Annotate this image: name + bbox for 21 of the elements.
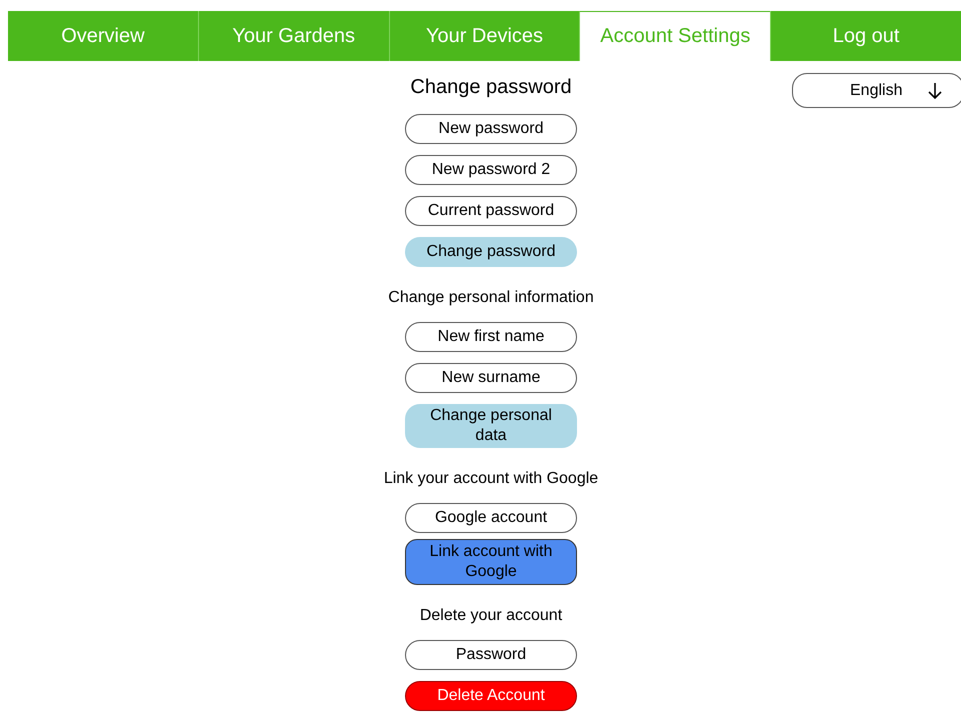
down-arrow-icon: [928, 82, 942, 100]
nav-tab[interactable]: Log out: [770, 11, 961, 61]
submit-button[interactable]: Change personal data: [405, 404, 577, 448]
link-google-button[interactable]: Link account with Google: [405, 539, 577, 585]
input-field[interactable]: New password 2: [405, 155, 577, 185]
section-heading: Link your account with Google: [384, 470, 598, 488]
delete-account-button[interactable]: Delete Account: [405, 681, 577, 711]
section-heading: Change personal information: [388, 289, 594, 307]
input-field[interactable]: New surname: [405, 363, 577, 393]
section-heading: Delete your account: [420, 607, 562, 625]
input-field[interactable]: New first name: [405, 322, 577, 352]
nav-tab[interactable]: Overview: [8, 11, 198, 61]
nav-tab[interactable]: Account Settings: [579, 11, 770, 61]
input-field[interactable]: Current password: [405, 196, 577, 226]
section-heading: Change password: [410, 76, 572, 99]
nav-tab[interactable]: Your Gardens: [198, 11, 389, 61]
input-field[interactable]: New password: [405, 114, 577, 144]
language-dropdown[interactable]: English: [792, 73, 961, 108]
input-field[interactable]: Password: [405, 640, 577, 670]
input-field[interactable]: Google account: [405, 503, 577, 533]
submit-button[interactable]: Change password: [405, 237, 577, 267]
